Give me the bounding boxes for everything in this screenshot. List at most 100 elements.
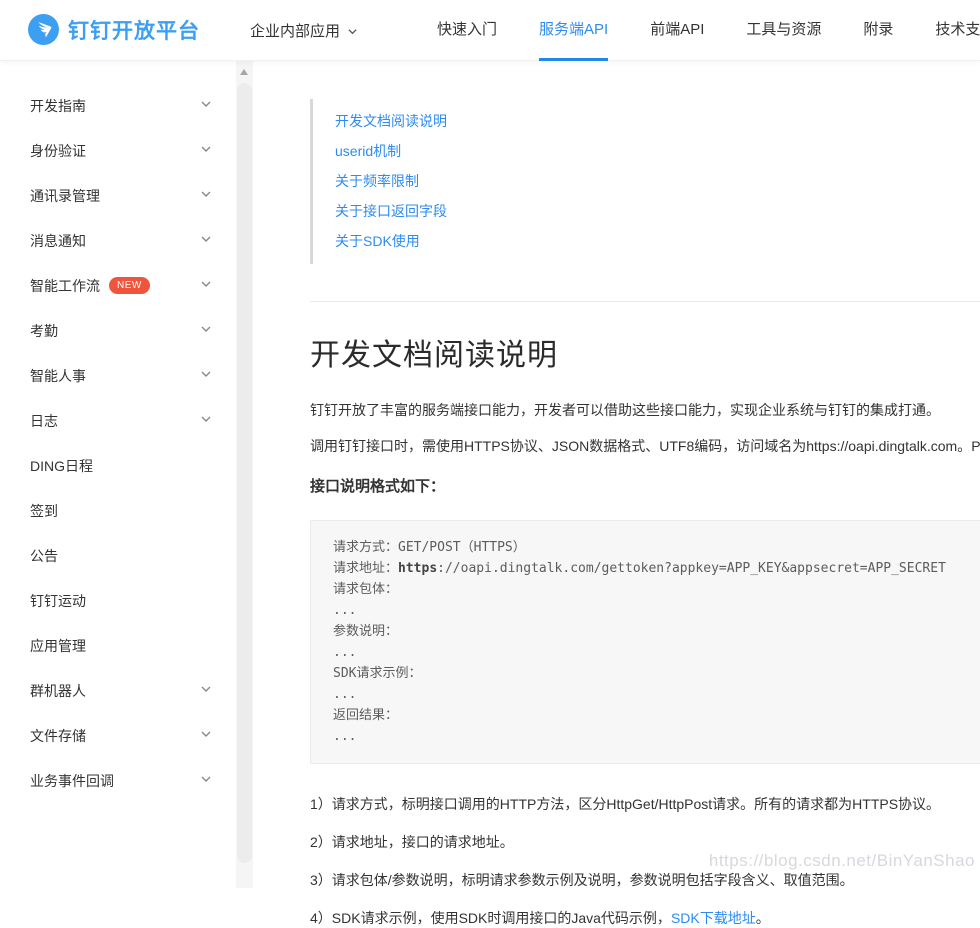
sidebar-item-label: 签到	[30, 501, 58, 521]
sidebar-item-13[interactable]: 群机器人	[0, 668, 236, 713]
chevron-down-icon	[200, 728, 212, 740]
sidebar-item-7[interactable]: 日志	[0, 398, 236, 443]
expand-chevron	[200, 322, 212, 340]
sidebar-item-4[interactable]: 智能工作流 NEW	[0, 263, 236, 308]
expand-chevron	[200, 727, 212, 745]
expand-chevron	[200, 367, 212, 385]
code-line-6: SDK请求示例：	[333, 663, 980, 684]
sidebar-item-2[interactable]: 通讯录管理	[0, 173, 236, 218]
sidebar-item-10[interactable]: 公告	[0, 533, 236, 578]
sidebar-item-label: 钉钉运动	[30, 591, 86, 611]
chevron-down-icon	[347, 26, 358, 37]
toc-link-1[interactable]: userid机制	[335, 136, 980, 166]
explanation-list: 1）请求方式，标明接口调用的HTTP方法，区分HttpGet/HttpPost请…	[310, 794, 980, 928]
sidebar-item-label: 智能人事	[30, 366, 86, 386]
chevron-down-icon	[200, 323, 212, 335]
expand-chevron	[200, 412, 212, 430]
sidebar-scrollbar[interactable]	[236, 61, 253, 888]
sidebar-item-15[interactable]: 业务事件回调	[0, 758, 236, 803]
sidebar-item-1[interactable]: 身份验证	[0, 128, 236, 173]
sdk-download-link[interactable]: SDK下载地址	[671, 910, 756, 926]
paragraph-format-label: 接口说明格式如下：	[310, 475, 980, 496]
sidebar-item-label: 公告	[30, 546, 58, 566]
paragraph-intro: 钉钉开放了丰富的服务端接口能力，开发者可以借助这些接口能力，实现企业系统与钉钉的…	[310, 400, 980, 420]
chevron-down-icon	[200, 413, 212, 425]
scrollbar-thumb[interactable]	[237, 83, 252, 863]
code-line-3: ...	[333, 600, 980, 621]
chevron-down-icon	[200, 278, 212, 290]
section-divider	[310, 301, 980, 302]
chevron-down-icon	[200, 233, 212, 245]
sidebar-item-0[interactable]: 开发指南	[0, 83, 236, 128]
sidebar-item-label: 考勤	[30, 321, 58, 341]
sidebar-item-11[interactable]: 钉钉运动	[0, 578, 236, 623]
sidebar-item-label: 应用管理	[30, 636, 86, 656]
expand-chevron	[200, 232, 212, 250]
list-item-3: 3）请求包体/参数说明，标明请求参数示例及说明，参数说明包括字段含义、取值范围。	[310, 870, 980, 890]
code-line-7: ...	[333, 684, 980, 705]
sidebar-item-label: 业务事件回调	[30, 771, 114, 791]
toc-link-3[interactable]: 关于接口返回字段	[335, 196, 980, 226]
sidebar-item-label: 开发指南	[30, 96, 86, 116]
dingtalk-logo[interactable]: 钉钉开放平台	[28, 14, 200, 45]
code-line-5: ...	[333, 642, 980, 663]
chevron-down-icon	[200, 98, 212, 110]
chevron-down-icon	[200, 773, 212, 785]
code-line-1: 请求地址：https://oapi.dingtalk.com/gettoken?…	[333, 558, 980, 579]
logo-title: 钉钉开放平台	[68, 15, 200, 45]
expand-chevron	[200, 772, 212, 790]
sidebar-item-8[interactable]: DING日程	[0, 443, 236, 488]
sidebar-item-label: 日志	[30, 411, 58, 431]
code-line-9: ...	[333, 726, 980, 747]
sidebar-item-3[interactable]: 消息通知	[0, 218, 236, 263]
expand-chevron	[200, 142, 212, 160]
sidebar-item-label: DING日程	[30, 456, 93, 476]
expand-chevron	[200, 682, 212, 700]
sidebar-menu: 开发指南身份验证通讯录管理消息通知智能工作流 NEW 考勤智能人事日志 DING日程签…	[0, 61, 236, 888]
list-item-1: 1）请求方式，标明接口调用的HTTP方法，区分HttpGet/HttpPost请…	[310, 794, 980, 814]
toc-link-4[interactable]: 关于SDK使用	[335, 226, 980, 256]
sidebar-item-label: 群机器人	[30, 681, 86, 701]
expand-chevron	[200, 97, 212, 115]
nav-tab-0[interactable]: 快速入门	[437, 0, 497, 61]
toc-link-2[interactable]: 关于频率限制	[335, 166, 980, 196]
sidebar-item-9[interactable]: 签到	[0, 488, 236, 533]
app-type-selector[interactable]: 企业内部应用	[250, 0, 358, 60]
sidebar-item-5[interactable]: 考勤	[0, 308, 236, 353]
chevron-down-icon	[200, 143, 212, 155]
new-badge: NEW	[109, 277, 150, 294]
app-selector-label: 企业内部应用	[250, 20, 340, 41]
sidebar-item-label: 消息通知	[30, 231, 86, 251]
code-line-4: 参数说明：	[333, 621, 980, 642]
api-format-codeblock: 请求方式：GET/POST（HTTPS）请求地址：https://oapi.di…	[310, 520, 980, 764]
code-line-0: 请求方式：GET/POST（HTTPS）	[333, 537, 980, 558]
toc-link-0[interactable]: 开发文档阅读说明	[335, 106, 980, 136]
chevron-down-icon	[200, 683, 212, 695]
nav-tab-3[interactable]: 工具与资源	[746, 0, 821, 61]
sidebar-item-label: 文件存储	[30, 726, 86, 746]
chevron-down-icon	[200, 368, 212, 380]
sidebar-item-label: 通讯录管理	[30, 186, 100, 206]
nav-tab-5[interactable]: 技术支持	[935, 0, 980, 61]
sidebar-item-12[interactable]: 应用管理	[0, 623, 236, 668]
expand-chevron	[200, 187, 212, 205]
nav-tab-2[interactable]: 前端API	[650, 0, 704, 61]
list-item-2: 2）请求地址，接口的请求地址。	[310, 832, 980, 852]
sidebar-item-6[interactable]: 智能人事	[0, 353, 236, 398]
dingtalk-logo-icon	[28, 14, 59, 45]
top-header: 钉钉开放平台 企业内部应用 快速入门服务端API 前端API 工具与资源附录技术支持	[0, 0, 980, 61]
sidebar-item-14[interactable]: 文件存储	[0, 713, 236, 758]
sidebar-item-label: 身份验证	[30, 141, 86, 161]
doc-toc: 开发文档阅读说明userid机制关于频率限制关于接口返回字段关于SDK使用	[310, 99, 980, 264]
content-area: 开发文档阅读说明userid机制关于频率限制关于接口返回字段关于SDK使用 开发…	[253, 61, 980, 888]
scrollbar-up-arrow-icon[interactable]	[240, 69, 248, 75]
paragraph-protocol: 调用钉钉接口时，需使用HTTPS协议、JSON数据格式、UTF8编码，访问域名为…	[310, 436, 980, 456]
sidebar-item-label: 智能工作流	[30, 276, 100, 296]
page-title: 开发文档阅读说明	[310, 330, 980, 374]
nav-tab-1[interactable]: 服务端API	[539, 0, 608, 61]
code-line-8: 返回结果：	[333, 705, 980, 726]
code-line-2: 请求包体：	[333, 579, 980, 600]
nav-tab-4[interactable]: 附录	[863, 0, 893, 61]
expand-chevron	[200, 277, 212, 295]
chevron-down-icon	[200, 188, 212, 200]
